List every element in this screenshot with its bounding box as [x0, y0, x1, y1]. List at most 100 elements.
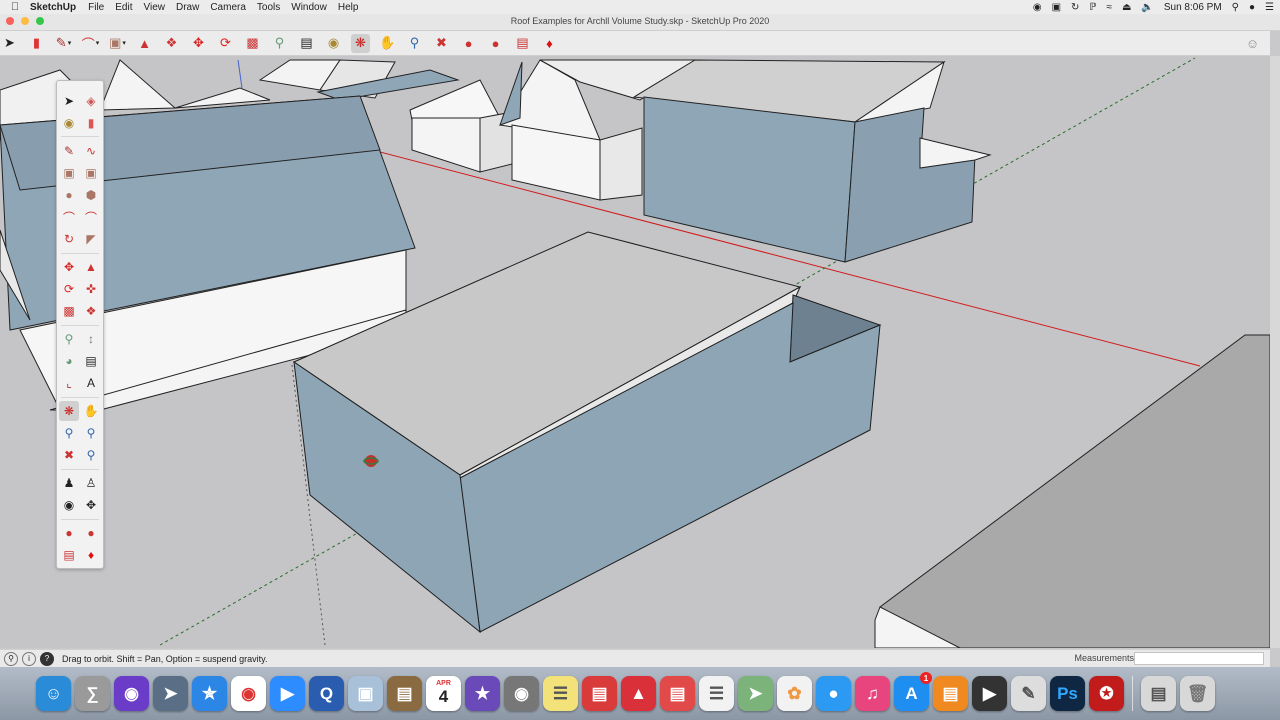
final-cut-icon[interactable]: ▶ [972, 676, 1007, 711]
menu-draw[interactable]: Draw [176, 2, 208, 13]
palette-zoom-window-button[interactable]: ⚲ [81, 423, 101, 443]
menu-camera[interactable]: Camera [210, 2, 255, 13]
zoom-extents-tool-button[interactable]: ✖ [432, 34, 451, 53]
zoom-tool-button[interactable]: ⚲ [405, 34, 424, 53]
paint-bucket-tool-button[interactable]: ◉ [324, 34, 343, 53]
palette-2point-arc-button[interactable]: ⌒ [81, 207, 101, 227]
palette-layout-button[interactable]: ▤ [59, 545, 79, 565]
palette-zoom-button[interactable]: ⚲ [59, 423, 79, 443]
scale-tool-button[interactable]: ▩ [243, 34, 262, 53]
palette-rotated-rectangle-button[interactable]: ▣ [81, 163, 101, 183]
layout-tool-button[interactable]: ▤ [513, 34, 532, 53]
downloads-stack-icon[interactable]: ▤ [1141, 676, 1176, 711]
palette-rectangle-button[interactable]: ▣ [59, 163, 79, 183]
notes-icon[interactable]: ☰ [543, 676, 578, 711]
palette-3point-arc-button[interactable]: ↻ [59, 229, 79, 249]
palette-select-button[interactable]: ➤ [59, 91, 79, 111]
right-panel-edge[interactable] [1270, 56, 1280, 648]
imovie-icon[interactable]: ★ [465, 676, 500, 711]
palette-circle-button[interactable]: ● [59, 185, 79, 205]
model-scene[interactable] [0, 56, 1270, 648]
layout-app-icon[interactable]: ▤ [582, 676, 617, 711]
app-store-icon[interactable]: A1 [894, 672, 932, 711]
photoshop-icon[interactable]: Ps [1050, 676, 1085, 711]
account-button[interactable]: ☺ [1243, 34, 1262, 53]
launchpad-icon[interactable]: ➤ [153, 676, 188, 711]
push-pull-tool-button[interactable]: ▲ [135, 34, 154, 53]
eraser-tool-button[interactable]: ▮ [27, 34, 46, 53]
palette-extension-manager-button[interactable]: ♦ [81, 545, 101, 565]
palette-offset-button[interactable]: ❖ [81, 301, 101, 321]
sketchup-icon[interactable]: ▲ [621, 676, 656, 711]
palette-axes-button[interactable]: ⌞ [59, 373, 79, 393]
music-icon[interactable]: ♫ [855, 676, 890, 711]
geo-location-icon[interactable]: ⚲ [4, 651, 18, 666]
palette-paint-button[interactable]: ◉ [59, 113, 79, 133]
menu-help[interactable]: Help [338, 2, 368, 13]
style-builder-icon[interactable]: ▤ [660, 676, 695, 711]
siri-icon[interactable]: ◉ [114, 676, 149, 711]
eject-icon[interactable]: ⏏ [1122, 2, 1131, 13]
preview-icon[interactable]: ▣ [348, 676, 383, 711]
menu-edit[interactable]: Edit [115, 2, 141, 13]
notefile-icon[interactable]: ▤ [387, 676, 422, 711]
app-menu-sketchup[interactable]: SketchUp [30, 2, 76, 13]
screenshot-icon[interactable]: ◉ [504, 676, 539, 711]
palette-pan-button[interactable]: ✋ [81, 401, 101, 421]
clock[interactable]: Sun 8:06 PM [1164, 2, 1222, 13]
notification-center-icon[interactable]: ☰ [1265, 2, 1274, 13]
palette-freehand-button[interactable]: ∿ [81, 141, 101, 161]
screen-icon[interactable]: ▣ [1052, 2, 1061, 13]
zoom-app-icon[interactable]: ▶ [270, 676, 305, 711]
menu-file[interactable]: File [88, 2, 113, 13]
text-tool-button[interactable]: ▤ [297, 34, 316, 53]
palette-warehouse-button[interactable]: ● [59, 523, 79, 543]
palette-position-camera-button[interactable]: ♟ [59, 473, 79, 493]
palette-zoom-extents-button[interactable]: ✖ [59, 445, 79, 465]
palette-polygon-button[interactable]: ⬢ [81, 185, 101, 205]
pencil-app-icon[interactable]: ✎ [1011, 676, 1046, 711]
palette-line-button[interactable]: ✎ [59, 141, 79, 161]
palette-look-around-button[interactable]: ◉ [59, 495, 79, 515]
palette-dimension-button[interactable]: ↕ [81, 329, 101, 349]
palette-protractor-button[interactable]: ◕ [59, 351, 79, 371]
siri-icon[interactable]: ● [1249, 2, 1255, 13]
palette-tape-button[interactable]: ⚲ [59, 329, 79, 349]
offset-tool-button[interactable]: ❖ [162, 34, 181, 53]
bluetooth-icon[interactable]: ℙ [1089, 2, 1096, 13]
palette-orbit-button[interactable]: ❋ [59, 401, 79, 421]
safari-icon[interactable]: ✯ [192, 676, 227, 711]
menu-tools[interactable]: Tools [257, 2, 289, 13]
orbit-tool-button[interactable]: ❋ [351, 33, 370, 53]
sync-icon[interactable]: ↻ [1071, 2, 1079, 13]
calculator-icon[interactable]: ∑ [75, 676, 110, 711]
palette-text-button[interactable]: ▤ [81, 351, 101, 371]
palette-walk-button[interactable]: ♙ [81, 473, 101, 493]
move-tool-button[interactable]: ✥ [189, 34, 208, 53]
extension-warehouse-tool-button[interactable]: ● [486, 34, 505, 53]
reminders-icon[interactable]: ☰ [699, 676, 734, 711]
tape-measure-tool-button[interactable]: ⚲ [270, 34, 289, 53]
palette-rotate-button[interactable]: ⟳ [59, 279, 79, 299]
record-icon[interactable]: ◉ [1033, 2, 1042, 13]
model-viewport[interactable] [0, 56, 1270, 648]
palette-pie-button[interactable]: ◤ [81, 229, 101, 249]
palette-section-plane-button[interactable]: ✥ [81, 495, 101, 515]
apple-icon[interactable]:  [6, 1, 24, 13]
photos-icon[interactable]: ✿ [777, 676, 812, 711]
calendar-icon[interactable]: APR 4 [426, 676, 461, 711]
extension-manager-tool-button[interactable]: ♦ [540, 34, 559, 53]
credits-icon[interactable]: i [22, 651, 36, 666]
quicktime-icon[interactable]: Q [309, 676, 344, 711]
arc-tool-button[interactable]: ⌒ ▾ [81, 34, 100, 53]
wifi-icon[interactable]: ≈ [1106, 2, 1112, 13]
palette-eraser-button[interactable]: ▮ [81, 113, 101, 133]
select-tool-button[interactable]: ➤ [0, 34, 19, 53]
warehouse-tool-button[interactable]: ● [459, 34, 478, 53]
finder-icon[interactable]: ☺ [36, 676, 71, 711]
palette-push-pull-button[interactable]: ▲ [81, 257, 101, 277]
rotate-tool-button[interactable]: ⟳ [216, 34, 235, 53]
palette-arc-button[interactable]: ⌒ [59, 207, 79, 227]
volume-icon[interactable]: 🔈 [1141, 2, 1153, 13]
pan-tool-button[interactable]: ✋ [378, 34, 397, 53]
